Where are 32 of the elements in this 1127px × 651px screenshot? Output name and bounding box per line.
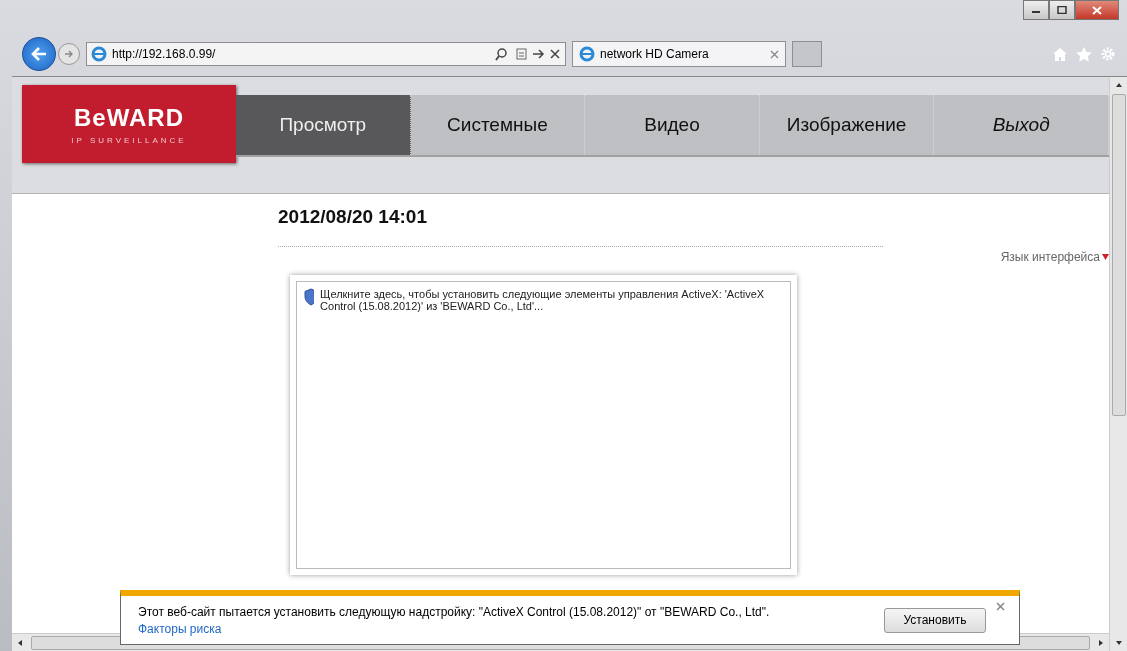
activex-prompt[interactable]: Щелкните здесь, чтобы установить следующие элементы управления ActiveX: 'ActiveX Control (15.08.2012)' из 'BEWARD Co., Ltd'... — [320, 288, 784, 312]
date-time: 2012/08/20 14:01 — [278, 206, 428, 228]
close-tab-icon[interactable] — [770, 49, 779, 59]
back-arrow-icon — [31, 47, 47, 61]
back-button[interactable] — [22, 37, 56, 71]
close-icon — [1092, 5, 1102, 15]
nav-tab[interactable]: Видео — [585, 95, 760, 155]
address-bar[interactable]: http://192.168.0.99/ — [86, 42, 566, 66]
nav-tab[interactable]: Просмотр — [236, 95, 411, 155]
maximize-button[interactable] — [1049, 0, 1075, 20]
nav-tab[interactable]: Изображение — [759, 95, 935, 155]
notification-message: Этот веб-сайт пытается установить следующую надстройку: "ActiveX Control (15.08.2012)" от "BEWARD Co., Ltd". — [138, 604, 771, 619]
close-button[interactable] — [1075, 0, 1119, 20]
forward-arrow-icon — [64, 49, 74, 59]
go-arrow-icon[interactable] — [532, 47, 546, 61]
vertical-scrollbar[interactable] — [1109, 77, 1127, 651]
nav-tab[interactable]: Системные — [410, 95, 586, 155]
risk-link[interactable]: Факторы риска — [138, 621, 884, 636]
close-icon[interactable] — [996, 602, 1005, 611]
maximize-icon — [1057, 6, 1067, 14]
logo-brand: BeWARD — [74, 103, 184, 132]
favorites-star-icon[interactable] — [1075, 46, 1093, 62]
stop-icon[interactable] — [549, 48, 561, 60]
install-button[interactable]: Установить — [884, 607, 986, 633]
dropdown-arrow-icon — [1102, 254, 1109, 260]
language-link[interactable]: Язык интерфейса — [1000, 250, 1100, 264]
browser-tab[interactable]: network HD Camera — [572, 41, 786, 67]
logo-tagline: IP SURVEILLANCE — [71, 135, 187, 145]
nav-tab[interactable]: Выход — [934, 95, 1109, 155]
minimize-button[interactable] — [1023, 0, 1049, 20]
shield-icon — [303, 288, 315, 306]
url-text: http://192.168.0.99/ — [112, 47, 217, 61]
